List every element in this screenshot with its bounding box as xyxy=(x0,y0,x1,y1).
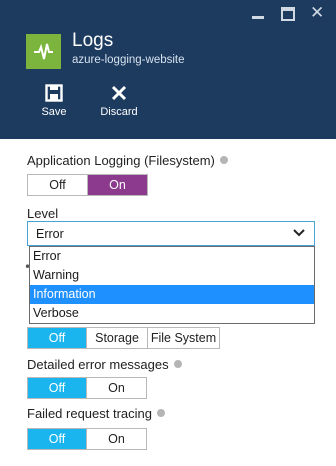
level-label: Level xyxy=(27,206,59,221)
minimize-button[interactable] xyxy=(250,6,266,22)
level-option-warning[interactable]: Warning xyxy=(30,266,314,285)
detailed-errors-label: Detailed error messages xyxy=(27,357,182,372)
web-server-logging-filesystem-option[interactable]: File System xyxy=(147,328,219,348)
web-server-logging-off-option[interactable]: Off xyxy=(28,328,86,348)
app-logging-label: Application Logging (Filesystem) xyxy=(27,153,228,168)
blade-title: Logs xyxy=(72,30,114,51)
blade-header: ✕ Logs azure-logging-website Save Discar… xyxy=(0,0,336,139)
level-select-value: Error xyxy=(36,227,64,241)
level-select[interactable]: Error xyxy=(27,221,315,246)
maximize-icon xyxy=(281,7,295,21)
app-logging-off-option[interactable]: Off xyxy=(28,175,87,195)
level-dropdown-list[interactable]: Error Warning Information Verbose xyxy=(29,246,315,324)
save-icon xyxy=(45,84,63,102)
failed-request-tracing-on-option[interactable]: On xyxy=(86,429,146,449)
chevron-down-icon xyxy=(293,229,305,237)
window-controls: ✕ xyxy=(250,3,326,23)
save-button[interactable]: Save xyxy=(38,84,70,118)
app-logging-toggle[interactable]: Off On xyxy=(27,174,148,196)
info-icon[interactable] xyxy=(173,360,182,368)
discard-label: Discard xyxy=(100,106,138,118)
app-service-logs-icon xyxy=(26,34,61,69)
info-icon[interactable] xyxy=(157,409,166,417)
level-option-error[interactable]: Error xyxy=(30,247,314,266)
detailed-errors-off-option[interactable]: Off xyxy=(28,378,86,398)
failed-request-tracing-toggle[interactable]: Off On xyxy=(27,428,147,450)
failed-request-tracing-label: Failed request tracing xyxy=(27,406,166,421)
info-icon[interactable] xyxy=(219,156,228,164)
close-button[interactable]: ✕ xyxy=(310,3,326,23)
failed-request-tracing-off-option[interactable]: Off xyxy=(28,429,86,449)
discard-button[interactable]: Discard xyxy=(96,84,142,118)
maximize-button[interactable] xyxy=(280,6,296,22)
level-option-verbose[interactable]: Verbose xyxy=(30,304,314,323)
web-server-logging-storage-option[interactable]: Storage xyxy=(86,328,147,348)
minimize-icon xyxy=(252,16,264,19)
detailed-errors-toggle[interactable]: Off On xyxy=(27,377,147,399)
close-icon: ✕ xyxy=(310,3,325,23)
app-logging-on-option[interactable]: On xyxy=(87,175,147,195)
web-server-logging-toggle[interactable]: Off Storage File System xyxy=(27,327,220,349)
blade-subtitle: azure-logging-website xyxy=(72,54,185,66)
level-option-information[interactable]: Information xyxy=(30,285,314,304)
detailed-errors-on-option[interactable]: On xyxy=(86,378,146,398)
discard-icon xyxy=(111,85,127,101)
save-label: Save xyxy=(41,106,67,118)
